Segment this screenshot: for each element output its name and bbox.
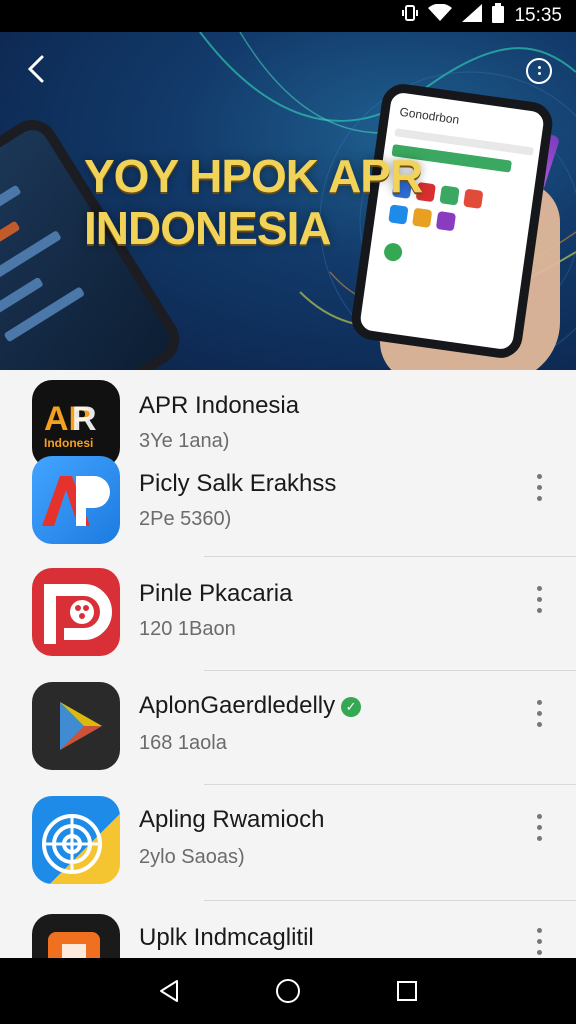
list-item[interactable]: Apling Rwamioch 2ylo Saoas) bbox=[0, 794, 576, 906]
apr-logo-label: Indonesi bbox=[44, 436, 94, 450]
item-menu-button[interactable] bbox=[534, 928, 544, 958]
orange-logo-icon bbox=[32, 914, 120, 958]
nav-home-button[interactable] bbox=[273, 976, 303, 1006]
signal-icon bbox=[462, 4, 483, 28]
svg-text:R: R bbox=[72, 400, 97, 438]
divider bbox=[204, 556, 576, 557]
vibrate-icon bbox=[402, 4, 419, 28]
list-item[interactable]: Picly Salk Erakhss 2Pe 5360) bbox=[0, 454, 576, 566]
target-logo-icon bbox=[32, 796, 120, 884]
more-options-button[interactable] bbox=[526, 58, 552, 84]
wifi-icon bbox=[428, 3, 453, 28]
app-meta: 120 1Baon bbox=[139, 618, 236, 640]
item-menu-button[interactable] bbox=[534, 814, 544, 844]
back-triangle-icon bbox=[160, 980, 179, 1002]
back-button[interactable] bbox=[26, 54, 62, 90]
app-name: Uplk Indmcaglitil bbox=[139, 924, 314, 951]
app-list: AP R Indonesi APR Indonesia 3Ye 1ana) Pi… bbox=[0, 370, 576, 958]
play-triangle-logo-icon bbox=[32, 682, 120, 770]
verified-badge-icon: ✓ bbox=[341, 696, 362, 717]
status-bar: 15:35 bbox=[0, 0, 576, 32]
recents-square-icon bbox=[396, 981, 417, 1001]
nav-recents-button[interactable] bbox=[392, 976, 422, 1006]
headline-line-1: YOY HPOK APR bbox=[84, 150, 423, 202]
app-name: Apling Rwamioch bbox=[139, 806, 325, 833]
nav-back-button[interactable] bbox=[154, 976, 184, 1006]
item-menu-button[interactable] bbox=[534, 586, 544, 616]
list-item[interactable]: Uplk Indmcaglitil bbox=[0, 910, 576, 958]
item-menu-button[interactable] bbox=[534, 700, 544, 730]
home-circle-icon bbox=[275, 979, 300, 1003]
divider bbox=[204, 784, 576, 785]
app-meta: 168 1aola bbox=[139, 732, 227, 754]
hero-banner: Gonodrbon YOY HPOK APR INDONESIA bbox=[0, 32, 576, 370]
list-item[interactable]: AplonGaerdledelly ✓ 168 1aola bbox=[0, 680, 576, 792]
p-logo-icon bbox=[32, 568, 120, 656]
divider bbox=[204, 670, 576, 671]
ap-logo-icon bbox=[32, 456, 120, 544]
app-meta: 2Pe 5360) bbox=[139, 508, 232, 530]
list-item[interactable]: Pinle Pkacaria 120 1Baon bbox=[0, 566, 576, 678]
app-name: AplonGaerdledelly ✓ bbox=[139, 692, 362, 720]
app-meta: 3Ye 1ana) bbox=[139, 430, 230, 452]
headline-line-2: INDONESIA bbox=[84, 202, 332, 254]
item-menu-button[interactable] bbox=[534, 474, 544, 504]
app-name: Pinle Pkacaria bbox=[139, 580, 293, 607]
phone-screen-title: Gonodrbon bbox=[398, 104, 461, 127]
app-name-text: AplonGaerdledelly bbox=[139, 692, 336, 719]
status-time: 15:35 bbox=[514, 5, 562, 26]
app-name: APR Indonesia bbox=[139, 392, 300, 419]
back-arrow-icon bbox=[27, 55, 44, 83]
divider bbox=[204, 900, 576, 901]
app-name: Picly Salk Erakhss bbox=[139, 470, 337, 497]
system-nav-bar bbox=[0, 958, 576, 1024]
app-meta: 2ylo Saoas) bbox=[139, 846, 245, 868]
battery-icon bbox=[492, 3, 505, 29]
banner-headline: YOY HPOK APR INDONESIA bbox=[84, 150, 444, 254]
